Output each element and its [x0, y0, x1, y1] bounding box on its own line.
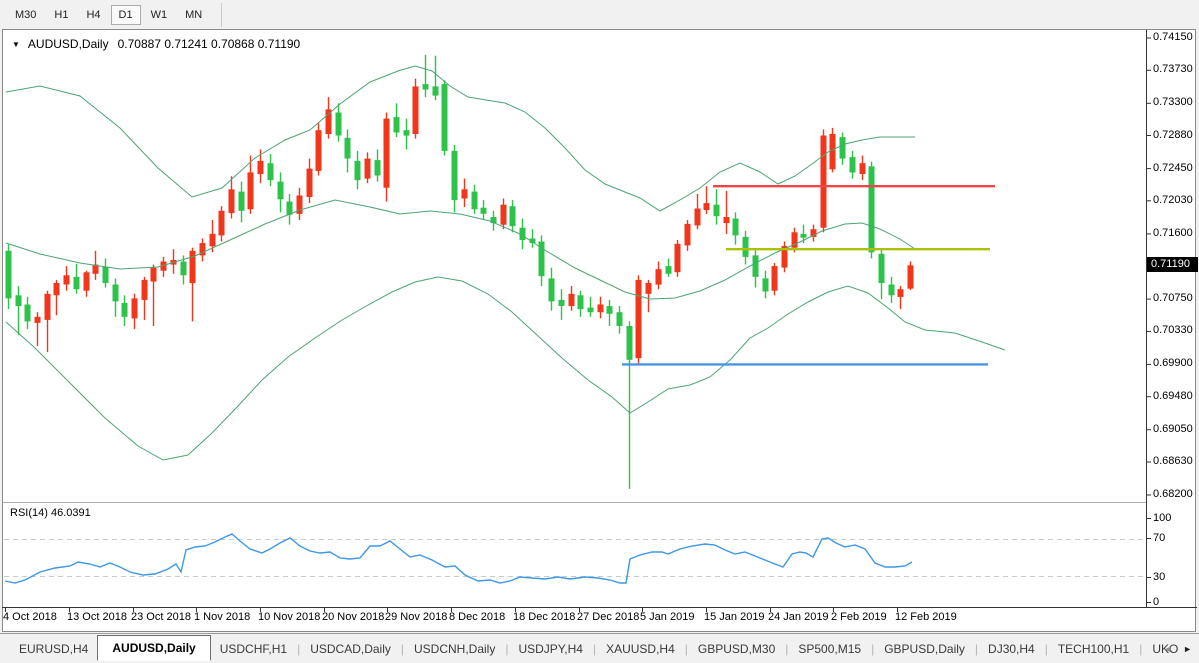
- rsi-axis-label: 100: [1153, 512, 1171, 524]
- timeframe-button-m30[interactable]: M30: [7, 5, 44, 25]
- chart-tab-eurusd-h4[interactable]: EURUSD,H4: [10, 638, 97, 660]
- date-axis-label: 12 Feb 2019: [895, 611, 957, 623]
- chart-tab-sp500-m15[interactable]: SP500,M15: [789, 638, 870, 660]
- chart-tab-dj30-h4[interactable]: DJ30,H4: [979, 638, 1044, 660]
- chart-title: ▼ AUDUSD,Daily 0.70887 0.71241 0.70868 0…: [12, 37, 300, 51]
- chart-tab-bar: EURUSD,H4AUDUSD,DailyUSDCHF,H1|USDCAD,Da…: [0, 633, 1199, 663]
- date-axis-label: 4 Oct 2018: [3, 611, 57, 623]
- price-axis-label: 0.70750: [1153, 292, 1193, 304]
- tab-separator: |: [1045, 642, 1048, 656]
- tab-scroll-right-icon[interactable]: ►: [1183, 644, 1192, 654]
- chart-tab-usdcad-daily[interactable]: USDCAD,Daily: [301, 638, 400, 660]
- date-axis-label: 13 Oct 2018: [67, 611, 127, 623]
- date-axis-label: 15 Jan 2019: [704, 611, 765, 623]
- tab-separator: |: [1139, 642, 1142, 656]
- price-axis-label: 0.69900: [1153, 357, 1193, 369]
- trading-platform-screen: M30H1H4D1W1MN ▼ AUDUSD,Daily 0.70887 0.7…: [0, 0, 1199, 663]
- price-axis-label: 0.72880: [1153, 129, 1193, 141]
- chart-tab-usdjpy-h4[interactable]: USDJPY,H4: [509, 638, 591, 660]
- chart-tab-usdchf-h1[interactable]: USDCHF,H1: [211, 638, 296, 660]
- chart-window[interactable]: [2, 29, 1196, 632]
- toolbar-separator: [221, 3, 222, 27]
- chart-tab-tech100-h1[interactable]: TECH100,H1: [1049, 638, 1138, 660]
- tab-separator: |: [593, 642, 596, 656]
- tab-scroll-left-icon[interactable]: ◄: [1163, 644, 1172, 654]
- tab-separator: |: [871, 642, 874, 656]
- price-axis-label: 0.72030: [1153, 194, 1193, 206]
- date-axis-label: 1 Nov 2018: [194, 611, 250, 623]
- timeframe-button-h1[interactable]: H1: [46, 5, 76, 25]
- tab-separator: |: [685, 642, 688, 656]
- timeframe-button-mn[interactable]: MN: [177, 5, 210, 25]
- price-axis-label: 0.70330: [1153, 324, 1193, 336]
- rsi-axis-label: 0: [1153, 596, 1159, 608]
- price-axis-label: 0.68200: [1153, 488, 1193, 500]
- chart-tab-gbpusd-daily[interactable]: GBPUSD,Daily: [875, 638, 974, 660]
- date-axis-label: 2 Feb 2019: [831, 611, 887, 623]
- chart-ohlc-values: 0.70887 0.71241 0.70868 0.71190: [118, 37, 301, 51]
- timeframe-toolbar: M30H1H4D1W1MN: [0, 0, 1199, 29]
- price-axis-label: 0.72450: [1153, 162, 1193, 174]
- price-axis-label: 0.73300: [1153, 96, 1193, 108]
- date-axis-label: 18 Dec 2018: [513, 611, 575, 623]
- timeframe-button-h4[interactable]: H4: [78, 5, 108, 25]
- tab-scroll-arrows: ◄ ►: [1163, 644, 1192, 654]
- date-axis-label: 5 Jan 2019: [640, 611, 694, 623]
- timeframe-button-w1[interactable]: W1: [143, 5, 176, 25]
- price-axis-label: 0.73730: [1153, 63, 1193, 75]
- tab-separator: |: [505, 642, 508, 656]
- date-axis-label: 24 Jan 2019: [768, 611, 829, 623]
- tab-separator: |: [297, 642, 300, 656]
- price-axis-label: 0.69480: [1153, 390, 1193, 402]
- date-axis-label: 23 Oct 2018: [131, 611, 191, 623]
- price-axis-label: 0.74150: [1153, 31, 1193, 43]
- price-axis-label: 0.69050: [1153, 423, 1193, 435]
- tab-separator: |: [401, 642, 404, 656]
- date-axis-label: 27 Dec 2018: [577, 611, 639, 623]
- chart-tab-usdcnh-daily[interactable]: USDCNH,Daily: [405, 638, 504, 660]
- date-axis-label: 10 Nov 2018: [258, 611, 320, 623]
- chart-tab-gbpusd-m30[interactable]: GBPUSD,M30: [689, 638, 784, 660]
- price-axis-label: 0.71600: [1153, 227, 1193, 239]
- current-price-tag: 0.71190: [1147, 257, 1198, 272]
- dropdown-triangle-icon: ▼: [12, 40, 20, 49]
- timeframe-button-d1[interactable]: D1: [111, 5, 141, 25]
- date-axis-label: 20 Nov 2018: [322, 611, 384, 623]
- tab-separator: |: [785, 642, 788, 656]
- rsi-axis-label: 70: [1153, 532, 1165, 544]
- chart-tab-audusd-daily[interactable]: AUDUSD,Daily: [97, 635, 210, 661]
- date-axis-label: 29 Nov 2018: [385, 611, 447, 623]
- price-axis-label: 0.68630: [1153, 455, 1193, 467]
- rsi-axis-label: 30: [1153, 571, 1165, 583]
- chart-tab-xauusd-h4[interactable]: XAUUSD,H4: [597, 638, 684, 660]
- date-axis-label: 8 Dec 2018: [449, 611, 505, 623]
- rsi-indicator-label: RSI(14) 46.0391: [10, 507, 91, 519]
- tab-separator: |: [975, 642, 978, 656]
- chart-symbol-label: AUDUSD,Daily: [28, 37, 109, 51]
